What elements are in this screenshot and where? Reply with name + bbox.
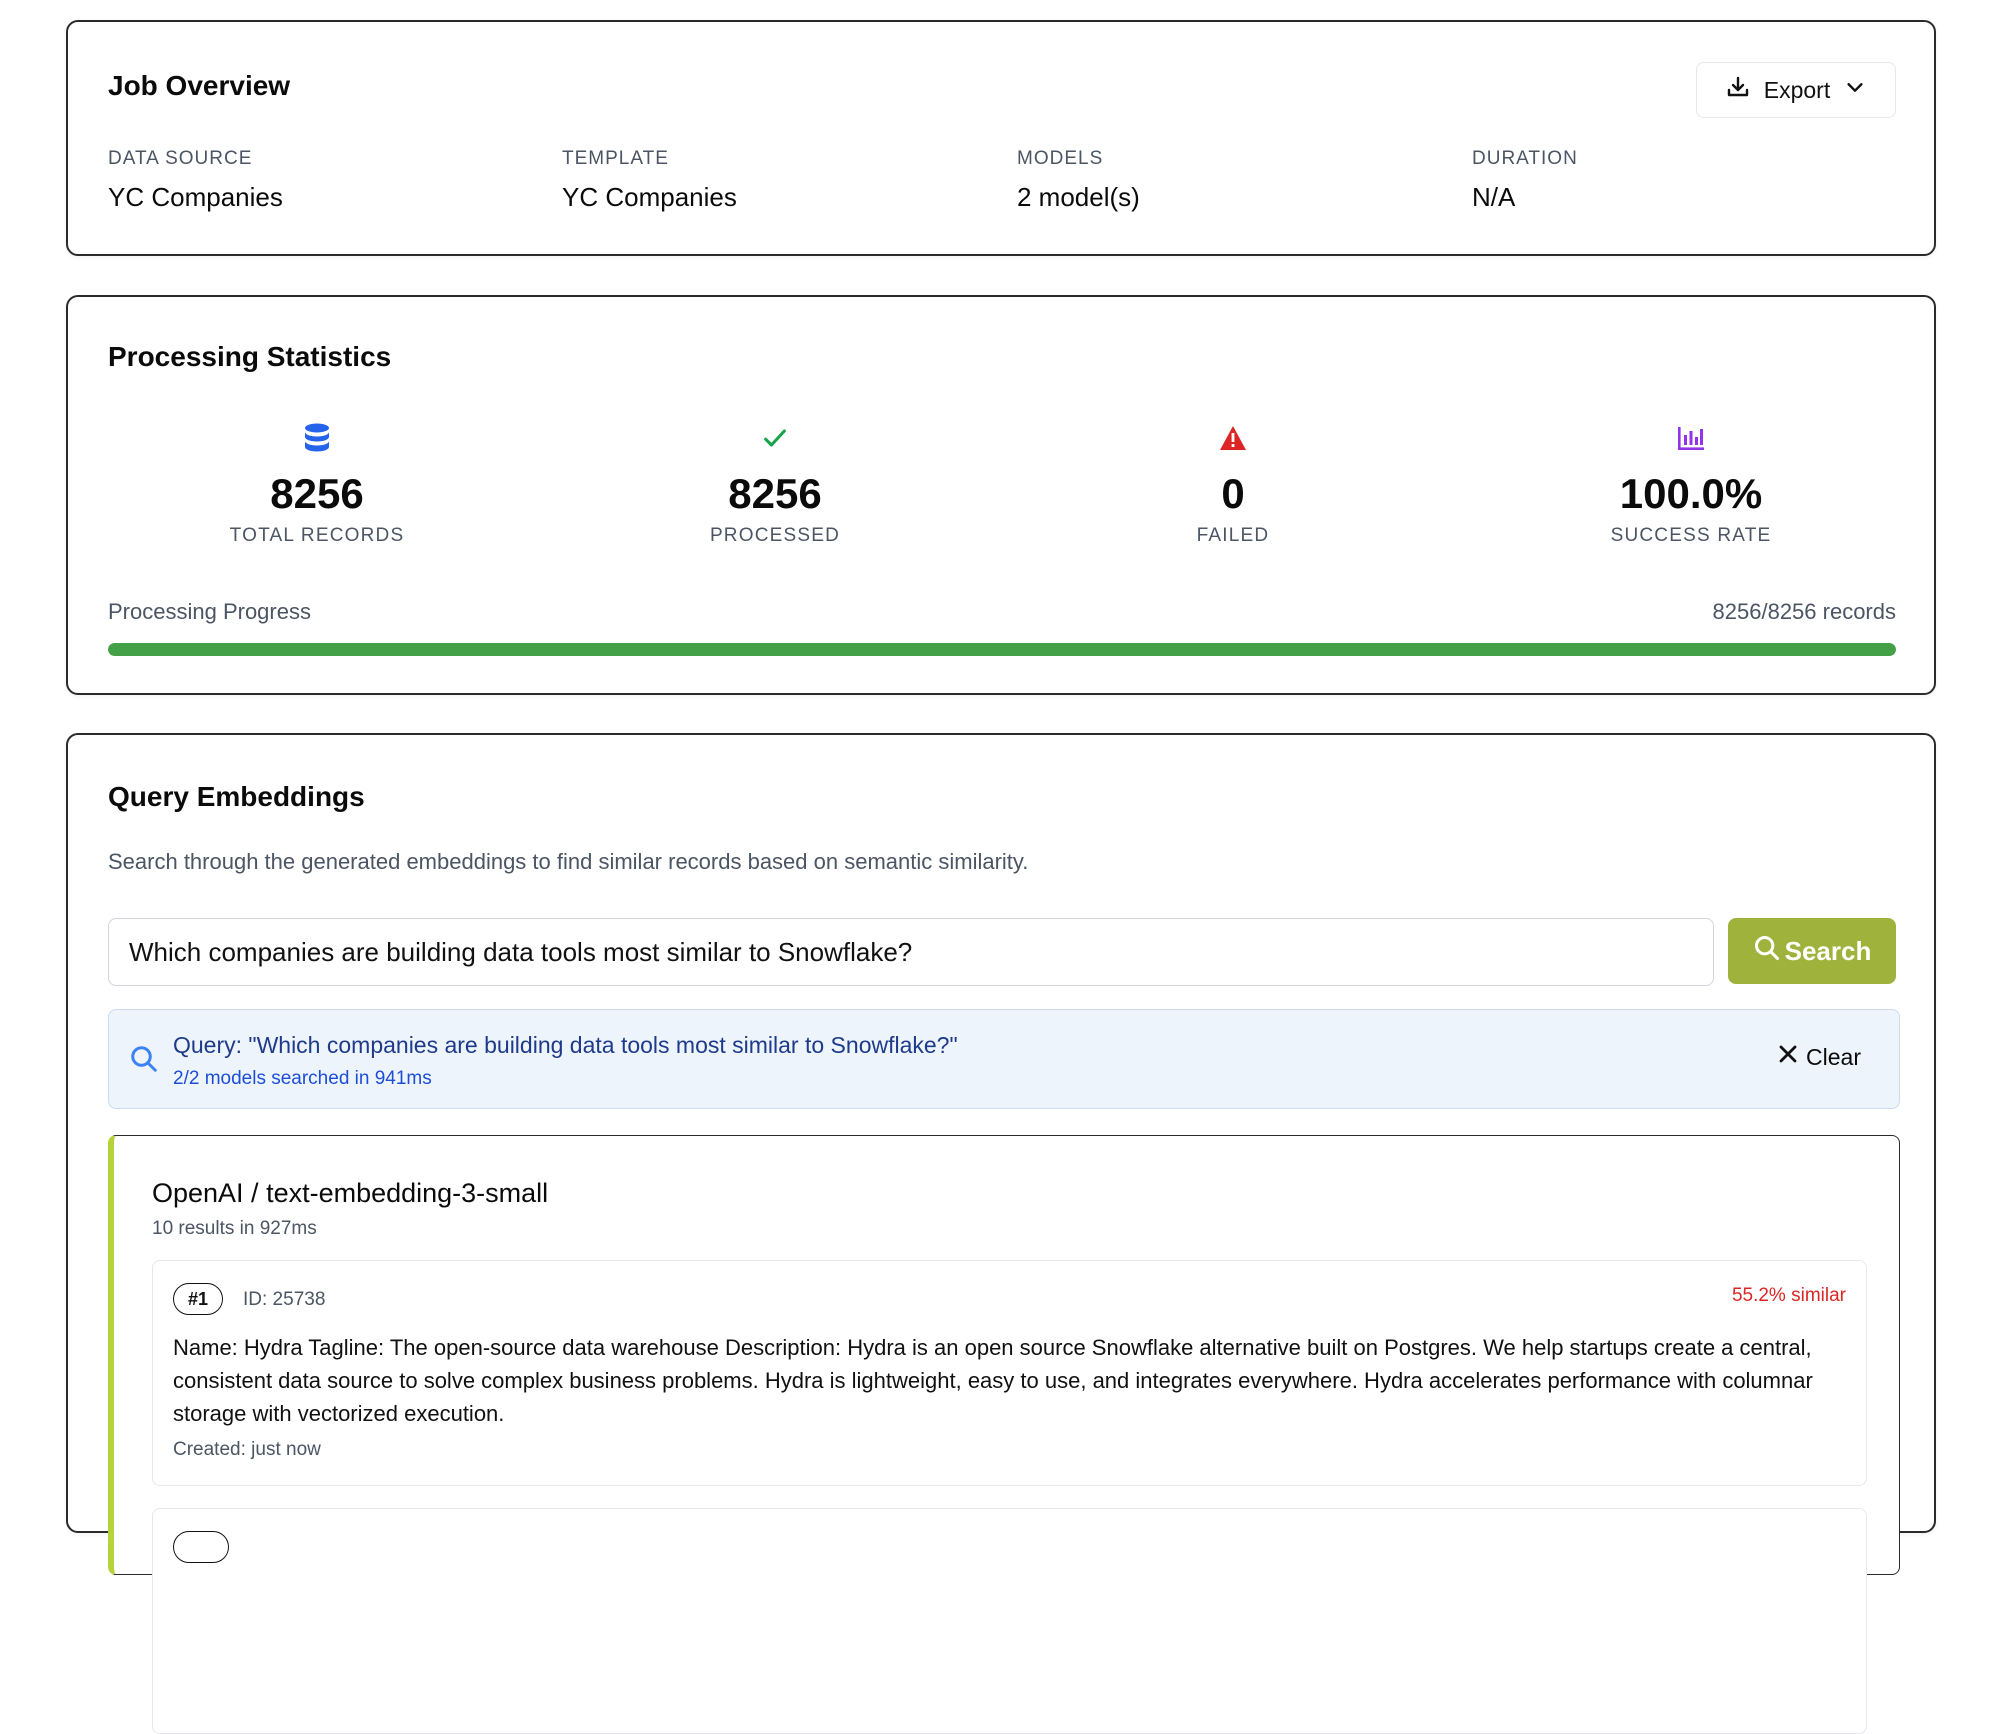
field-duration: DURATION N/A xyxy=(1472,148,1578,213)
field-label: DATA SOURCE xyxy=(108,148,253,169)
stat-processed: 8256 PROCESSED xyxy=(575,421,975,547)
download-icon xyxy=(1726,75,1750,105)
export-button[interactable]: Export xyxy=(1696,62,1896,118)
clear-button[interactable]: Clear xyxy=(1776,1042,1861,1072)
progress-count: 8256/8256 records xyxy=(1712,599,1896,624)
clear-label: Clear xyxy=(1806,1043,1861,1070)
rank-badge xyxy=(173,1531,229,1563)
result-created: Created: just now xyxy=(173,1439,321,1460)
model-result-panel: OpenAI / text-embedding-3-small 10 resul… xyxy=(108,1135,1900,1734)
stat-value: 8256 xyxy=(728,470,822,517)
result-id: ID: 25738 xyxy=(243,1289,326,1310)
stat-label: PROCESSED xyxy=(709,525,841,547)
query-summary-text: Query: "Which companies are building dat… xyxy=(173,1032,958,1058)
model-result-subtitle: 10 results in 927ms xyxy=(152,1218,317,1239)
progress-label: Processing Progress xyxy=(108,599,311,624)
query-summary-subtext: 2/2 models searched in 941ms xyxy=(173,1068,432,1089)
progress-bar xyxy=(108,643,1896,656)
export-label: Export xyxy=(1763,76,1831,103)
field-label: DURATION xyxy=(1472,148,1578,169)
field-value: YC Companies xyxy=(562,182,737,212)
job-overview-card: Job Overview Export DATA SOURCE YC Compa… xyxy=(66,20,1936,256)
query-embeddings-title: Query Embeddings xyxy=(108,781,365,812)
field-template: TEMPLATE YC Companies xyxy=(562,148,737,213)
stat-label: SUCCESS RATE xyxy=(1610,525,1772,547)
result-card[interactable] xyxy=(152,1508,1867,1734)
stat-value: 8256 xyxy=(270,470,364,517)
field-models: MODELS 2 model(s) xyxy=(1017,148,1140,213)
search-icon xyxy=(1753,934,1781,969)
field-value: YC Companies xyxy=(108,182,283,212)
query-embeddings-card: Query Embeddings Search through the gene… xyxy=(66,733,1936,1734)
search-icon xyxy=(129,1044,159,1079)
field-data-source: DATA SOURCE YC Companies xyxy=(108,148,283,213)
database-icon xyxy=(117,421,517,455)
stat-failed: 0 FAILED xyxy=(1033,421,1433,547)
search-input[interactable] xyxy=(108,918,1714,986)
bar-chart-icon xyxy=(1491,421,1891,455)
query-description: Search through the generated embeddings … xyxy=(108,849,1029,874)
stat-label: TOTAL RECORDS xyxy=(229,525,405,547)
processing-statistics-card: Processing Statistics 8256 TOTAL RECORDS… xyxy=(66,295,1936,695)
query-summary: Query: "Which companies are building dat… xyxy=(108,1009,1900,1109)
result-card[interactable]: #1 ID: 25738 55.2% similar Name: Hydra T… xyxy=(152,1260,1867,1486)
rank-badge: #1 xyxy=(173,1283,224,1315)
stat-label: FAILED xyxy=(1196,525,1270,547)
chevron-down-icon xyxy=(1844,76,1866,104)
result-text: Name: Hydra Tagline: The open-source dat… xyxy=(173,1335,1813,1426)
field-label: TEMPLATE xyxy=(562,148,669,169)
field-value: 2 model(s) xyxy=(1017,182,1140,212)
warning-icon xyxy=(1033,421,1433,455)
close-icon xyxy=(1776,1042,1800,1072)
field-label: MODELS xyxy=(1017,148,1104,169)
similarity-score: 55.2% similar xyxy=(1731,1285,1846,1306)
processing-statistics-title: Processing Statistics xyxy=(108,341,392,372)
field-value: N/A xyxy=(1472,182,1516,212)
stat-success-rate: 100.0% SUCCESS RATE xyxy=(1491,421,1891,547)
progress-bar-fill xyxy=(108,643,1896,656)
search-button[interactable]: Search xyxy=(1728,918,1896,984)
model-result-title: OpenAI / text-embedding-3-small xyxy=(152,1178,549,1208)
job-overview-title: Job Overview xyxy=(108,70,291,101)
stat-value: 100.0% xyxy=(1619,470,1763,517)
search-button-label: Search xyxy=(1784,935,1872,966)
stat-total-records: 8256 TOTAL RECORDS xyxy=(117,421,517,547)
stat-value: 0 xyxy=(1221,470,1245,517)
check-icon xyxy=(575,421,975,455)
